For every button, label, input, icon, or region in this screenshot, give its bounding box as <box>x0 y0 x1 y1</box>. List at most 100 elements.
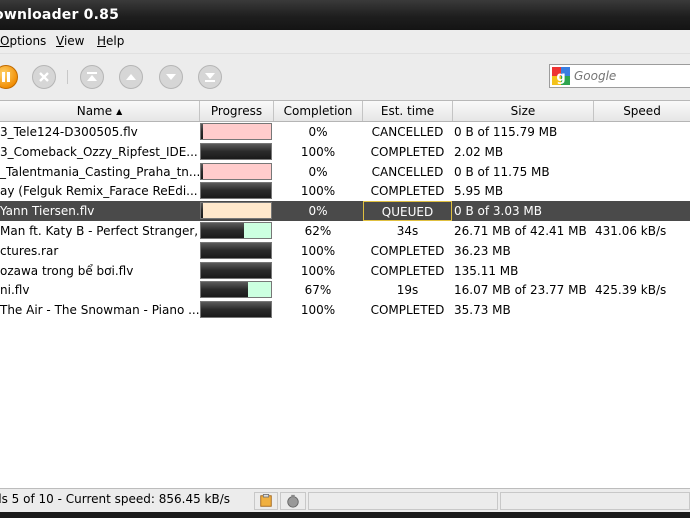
table-row[interactable]: ozawa trong bể bơi.flv 100% COMPLETED 135.1… <box>0 261 690 281</box>
scheduler-icon[interactable] <box>280 492 306 510</box>
speed-value: 431.06 kB/s <box>595 224 667 238</box>
size-value: 35.73 MB <box>454 303 511 318</box>
move-bottom-icon[interactable] <box>198 65 222 89</box>
move-down-icon[interactable] <box>159 65 183 89</box>
google-search-box[interactable]: g <box>549 64 690 88</box>
progress-fill <box>201 183 271 199</box>
file-name: ay (Felguk Remix_Farace ReEdi... <box>0 184 198 199</box>
file-name: ozawa trong bể bơi.flv <box>0 263 134 278</box>
window-title: ownloader 0.85 <box>0 7 120 23</box>
size-value: 0 B of 11.75 MB <box>454 164 550 179</box>
column-header-progress[interactable]: Progress <box>200 101 274 121</box>
search-input[interactable] <box>574 68 684 84</box>
google-logo-icon: g <box>552 67 570 85</box>
move-up-icon[interactable] <box>119 65 143 89</box>
completion-value: 67% <box>304 283 332 298</box>
progress-fill <box>201 242 271 258</box>
cancel-icon[interactable] <box>32 65 56 89</box>
speed-value <box>594 162 690 182</box>
completion-value: 0% <box>308 164 328 179</box>
download-table: Name ▲ Progress Completion Est. time Size… <box>0 100 690 489</box>
est-time-value: COMPLETED <box>370 243 445 258</box>
table-row[interactable]: Yann Tiersen.flv 0% QUEUED 0 B of 3.03 MB <box>0 201 690 222</box>
size-value: 0 B of 115.79 MB <box>454 125 558 139</box>
file-name: Yann Tiersen.flv <box>0 204 95 219</box>
table-row[interactable]: Man ft. Katy B - Perfect Stranger,... 62%… <box>0 221 690 241</box>
speed-value <box>594 181 690 201</box>
progress-bar <box>200 301 272 319</box>
clipboard-monitor-icon[interactable] <box>254 492 278 510</box>
progress-fill <box>201 302 271 318</box>
size-value: 16.07 MB of 23.77 MB <box>454 283 587 298</box>
table-row[interactable]: _Talentmania_Casting_Praha_tn... 0% CANCEL… <box>0 162 690 182</box>
speed-value <box>594 142 690 162</box>
pause-icon[interactable] <box>0 65 18 89</box>
progress-fill <box>201 223 245 238</box>
table-row[interactable]: 3_Tele124-D300505.flv 0% CANCELLED 0 B of 1… <box>0 122 690 142</box>
sort-ascending-icon: ▲ <box>116 107 123 116</box>
est-time-value: COMPLETED <box>370 303 445 318</box>
est-time-value: 34s <box>396 224 419 238</box>
speed-value: 425.39 kB/s <box>595 283 667 298</box>
size-value: 2.02 MB <box>454 144 504 159</box>
progress-bar <box>200 182 272 200</box>
toolbar: g <box>0 54 690 100</box>
file-name: The Air - The Snowman - Piano ... <box>0 303 199 318</box>
table-row[interactable]: ctures.rar 100% COMPLETED 36.23 MB <box>0 241 690 261</box>
size-value: 36.23 MB <box>454 243 511 258</box>
speed-value <box>594 122 690 142</box>
speed-value <box>594 201 690 221</box>
progress-fill <box>201 163 203 179</box>
file-name: 3_Comeback_Ozzy_Ripfest_IDE... <box>0 144 198 159</box>
column-header-speed[interactable]: Speed <box>594 101 690 121</box>
column-header-est-time[interactable]: Est. time <box>363 101 453 121</box>
file-name: Man ft. Katy B - Perfect Stranger,... <box>0 224 199 238</box>
table-row[interactable]: The Air - The Snowman - Piano ... 100% COM… <box>0 300 690 320</box>
est-time-value: COMPLETED <box>370 184 445 199</box>
move-top-icon[interactable] <box>80 65 104 89</box>
speed-value <box>594 261 690 281</box>
size-value: 26.71 MB of 42.41 MB <box>454 224 587 238</box>
progress-fill <box>201 143 271 159</box>
column-header-name[interactable]: Name ▲ <box>0 101 200 121</box>
progress-bar <box>200 162 272 180</box>
completion-value: 100% <box>300 263 336 278</box>
status-bar: ds 5 of 10 - Current speed: 856.45 kB/s <box>0 488 690 513</box>
progress-fill <box>201 282 248 298</box>
menu-view[interactable]: View <box>56 34 84 48</box>
table-row[interactable]: 3_Comeback_Ozzy_Ripfest_IDE... 100% COMPLE… <box>0 142 690 162</box>
progress-bar <box>200 123 272 140</box>
title-bar: ownloader 0.85 <box>0 0 690 30</box>
menu-help[interactable]: Help <box>97 34 124 48</box>
table-row[interactable]: ay (Felguk Remix_Farace ReEdi... 100% COMP… <box>0 181 690 201</box>
table-row[interactable]: ni.flv 67% 19s 16.07 MB of 23.77 MB 425.39 k… <box>0 280 690 300</box>
completion-value: 100% <box>300 303 336 318</box>
menu-bar: Options View Help <box>0 30 690 54</box>
progress-fill <box>201 262 271 278</box>
completion-value: 0% <box>308 204 328 219</box>
completion-value: 100% <box>300 184 336 199</box>
table-header: Name ▲ Progress Completion Est. time Size… <box>0 101 690 122</box>
est-time-value: QUEUED <box>363 201 452 222</box>
est-time-value: COMPLETED <box>370 144 445 159</box>
progress-fill <box>201 124 203 139</box>
file-name: _Talentmania_Casting_Praha_tn... <box>0 164 199 179</box>
progress-bar <box>200 241 272 259</box>
column-header-completion[interactable]: Completion <box>274 101 363 121</box>
size-value: 135.11 MB <box>454 263 519 278</box>
size-value: 5.95 MB <box>454 184 504 199</box>
svg-text:g: g <box>556 70 565 85</box>
completion-value: 100% <box>300 144 336 159</box>
toolbar-separator <box>67 70 68 84</box>
status-panel-right <box>500 492 690 510</box>
file-name: ctures.rar <box>0 243 59 258</box>
column-header-size[interactable]: Size <box>453 101 594 121</box>
status-text: ds 5 of 10 - Current speed: 856.45 kB/s <box>0 492 231 506</box>
progress-bar <box>200 222 272 239</box>
file-name: ni.flv <box>0 283 30 298</box>
completion-value: 100% <box>300 243 336 258</box>
menu-options[interactable]: Options <box>0 34 46 48</box>
progress-bar <box>200 281 272 299</box>
file-name: 3_Tele124-D300505.flv <box>0 125 138 139</box>
completion-value: 0% <box>308 125 328 139</box>
